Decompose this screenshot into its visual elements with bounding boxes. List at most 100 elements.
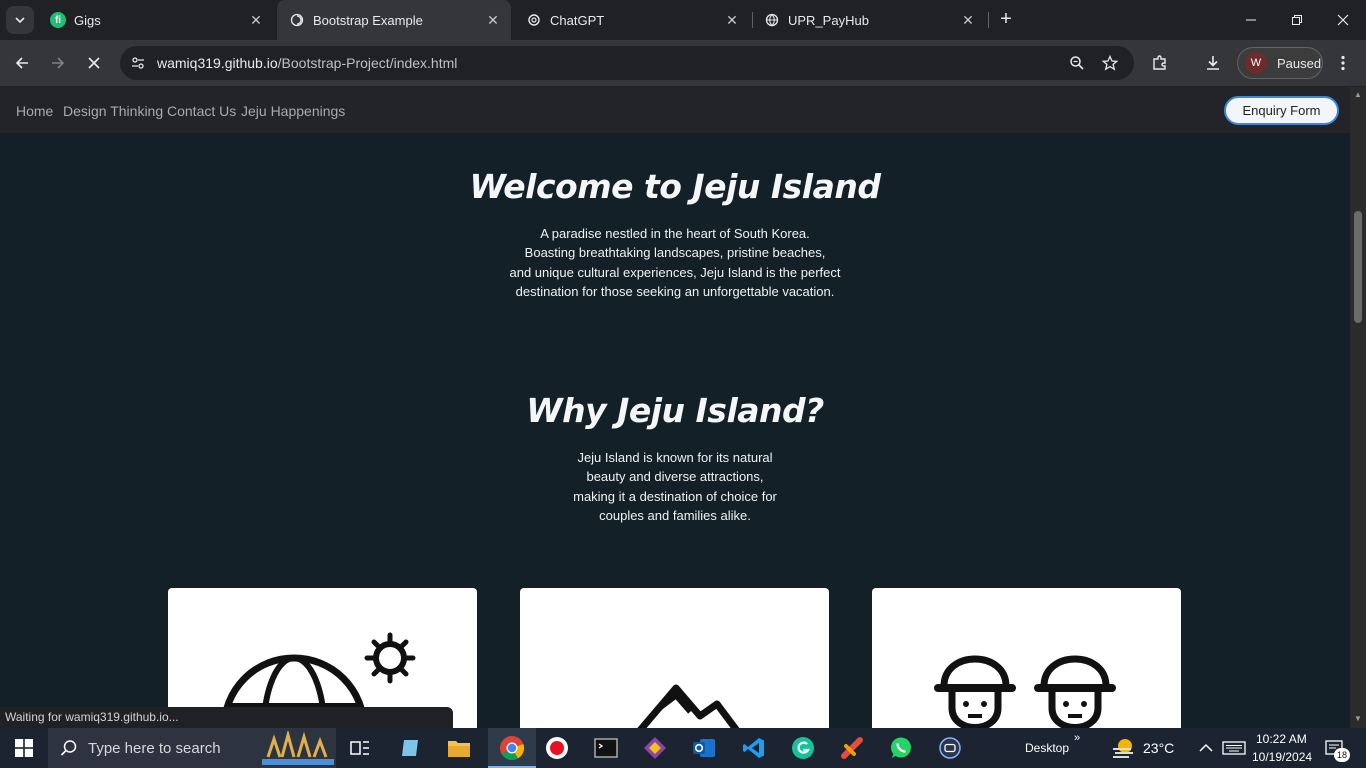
app-icon[interactable]: [838, 734, 866, 762]
file-explorer-icon[interactable]: [445, 734, 473, 762]
browser-toolbar: wamiq319.github.io/Bootstrap-Project/ind…: [0, 40, 1366, 86]
fiverr-icon: fi: [50, 12, 66, 28]
downloads-button[interactable]: [1200, 50, 1226, 76]
site-navbar: Home Design Thinking Contact Us Jeju Hap…: [0, 87, 1350, 133]
arrow-right-icon: [52, 57, 65, 69]
whatsapp-icon[interactable]: [887, 734, 915, 762]
notification-badge: 18: [1334, 748, 1350, 762]
desktop-toolbar-label[interactable]: Desktop: [1025, 741, 1069, 755]
scroll-up-icon[interactable]: ▲: [1353, 90, 1363, 100]
tab-chatgpt[interactable]: ChatGPT ✕: [514, 0, 750, 40]
forward-button[interactable]: [45, 50, 71, 76]
scroll-down-icon[interactable]: ▼: [1353, 714, 1363, 724]
close-icon[interactable]: ✕: [724, 12, 740, 28]
openai-icon: [526, 12, 542, 28]
nav-link-contact-us[interactable]: Contact Us: [167, 103, 236, 119]
why-line: making it a destination of choice for: [573, 488, 777, 504]
new-tab-button[interactable]: +: [994, 8, 1018, 32]
back-button[interactable]: [9, 50, 35, 76]
tab-upr-payhub[interactable]: UPR_PayHub ✕: [752, 0, 986, 40]
double-chevron-icon[interactable]: »: [1074, 732, 1080, 744]
why-line: Jeju Island is known for its natural: [577, 450, 773, 465]
why-line: beauty and diverse attractions,: [586, 469, 764, 485]
temperature-text: 23°C: [1143, 740, 1175, 756]
vscode-icon[interactable]: [740, 734, 768, 762]
tab-gigs[interactable]: fi Gigs ✕: [38, 0, 274, 40]
clock-date[interactable]: 10/19/2024: [1252, 750, 1312, 764]
profile-button[interactable]: W Paused: [1237, 47, 1323, 79]
mountain-icon: [637, 684, 740, 728]
notifications-button[interactable]: 18: [1320, 734, 1350, 762]
site-info-icon[interactable]: [128, 53, 148, 73]
search-highlight-image: [262, 731, 334, 765]
hero-line: and unique cultural experiences, Jeju Is…: [509, 264, 841, 280]
record-app-icon[interactable]: [543, 734, 571, 762]
notes-app-icon[interactable]: [396, 734, 424, 762]
close-window-button[interactable]: [1320, 0, 1366, 40]
minimize-button[interactable]: [1228, 0, 1274, 40]
taskbar-search-box[interactable]: Type here to search: [48, 728, 336, 768]
globe-icon: [764, 12, 780, 28]
close-icon[interactable]: ✕: [960, 12, 976, 28]
task-view-icon[interactable]: [346, 734, 374, 762]
tab-bootstrap-example[interactable]: Bootstrap Example ✕: [277, 0, 511, 40]
windows-logo-icon: [15, 739, 33, 757]
weather-icon[interactable]: [1110, 734, 1138, 762]
hero-line: A paradise nestled in the heart of South…: [540, 226, 810, 241]
feature-card: [872, 588, 1181, 728]
search-placeholder: Type here to search: [88, 739, 221, 757]
minimize-icon: [1246, 19, 1256, 21]
more-vertical-icon: [1341, 55, 1345, 71]
terminal-icon[interactable]: [592, 734, 620, 762]
tab-search-button[interactable]: [6, 6, 34, 34]
scroll-thumb[interactable]: [1354, 211, 1362, 323]
puzzle-icon: [1153, 55, 1166, 70]
enquiry-form-button[interactable]: Enquiry Form: [1224, 96, 1339, 125]
hero-title: Welcome to Jeju Island: [469, 167, 881, 206]
outlook-icon[interactable]: [690, 734, 718, 762]
tab-title: Bootstrap Example: [313, 12, 423, 28]
page-scrollbar[interactable]: ▲ ▼: [1350, 87, 1366, 728]
nav-link-home[interactable]: Home: [16, 103, 53, 119]
url-host: wamiq319.github.io: [157, 55, 278, 71]
why-title: Why Jeju Island?: [526, 391, 824, 430]
restore-icon: [1292, 15, 1302, 25]
close-icon: [1337, 14, 1349, 26]
hero-line: Boasting breathtaking landscapes, pristi…: [524, 245, 826, 261]
profile-status: Paused: [1277, 55, 1322, 71]
bookmark-star-icon[interactable]: [1100, 53, 1120, 73]
extensions-button[interactable]: [1147, 50, 1173, 76]
chevron-up-icon[interactable]: [1192, 734, 1220, 762]
close-icon[interactable]: ✕: [248, 12, 264, 28]
tab-separator: [988, 12, 989, 28]
chrome-icon: [500, 736, 525, 761]
url-path: /Bootstrap-Project/index.html: [277, 55, 458, 71]
nav-link-design-thinking[interactable]: Design Thinking: [63, 103, 163, 119]
grammarly-icon[interactable]: [789, 734, 817, 762]
close-icon: [88, 57, 100, 69]
clock-time[interactable]: 10:22 AM: [1256, 732, 1307, 746]
hero-line: destination for those seeking an unforge…: [515, 283, 835, 299]
menu-button[interactable]: [1330, 50, 1356, 76]
restore-button[interactable]: [1274, 0, 1320, 40]
globe-icon: [289, 12, 305, 28]
tab-title: Gigs: [74, 12, 101, 28]
chrome-taskbar-button[interactable]: [488, 728, 536, 768]
media-app-icon[interactable]: [936, 734, 964, 762]
download-icon: [1207, 56, 1219, 70]
stop-loading-button[interactable]: [81, 50, 107, 76]
start-button[interactable]: [0, 728, 48, 768]
web-page: Home Design Thinking Contact Us Jeju Hap…: [0, 87, 1350, 728]
keyboard-icon[interactable]: [1220, 734, 1248, 762]
nav-link-jeju-happenings[interactable]: Jeju Happenings: [241, 103, 345, 119]
address-bar[interactable]: wamiq319.github.io/Bootstrap-Project/ind…: [120, 46, 1134, 80]
couple-icon: [934, 655, 1116, 728]
why-line: couples and families alike.: [599, 507, 751, 523]
zoom-icon[interactable]: [1067, 53, 1087, 73]
arrow-left-icon: [15, 57, 28, 69]
close-icon[interactable]: ✕: [485, 12, 501, 28]
chevron-down-icon: [15, 17, 25, 24]
url-text: wamiq319.github.io/Bootstrap-Project/ind…: [157, 55, 457, 71]
feature-card: [520, 588, 829, 728]
git-app-icon[interactable]: [641, 734, 669, 762]
